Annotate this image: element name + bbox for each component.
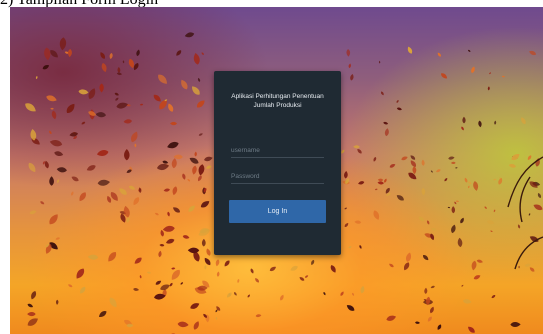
login-dialog: Aplikasi Perhitungan Penentuan Jumlah Pr… (214, 71, 341, 255)
login-screen: Aplikasi Perhitungan Penentuan Jumlah Pr… (10, 7, 543, 334)
app-title: Aplikasi Perhitungan Penentuan Jumlah Pr… (231, 93, 324, 109)
username-input[interactable] (231, 143, 324, 158)
password-input[interactable] (231, 169, 324, 184)
login-button[interactable]: Log In (229, 200, 326, 223)
